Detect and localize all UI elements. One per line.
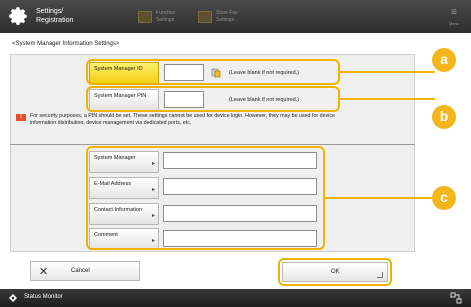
warning-message: For security purposes, a PIN should be s… (30, 113, 335, 126)
tab-store-fax-label: Store Fax Settings (216, 10, 238, 23)
ok-button[interactable]: OK (282, 262, 388, 282)
callout-marker-c: c (432, 186, 456, 210)
close-icon: ✕ (39, 266, 49, 278)
section-divider (10, 144, 415, 145)
cancel-button[interactable]: ✕ Cancel (30, 261, 140, 281)
callout-marker-b: b (432, 105, 456, 129)
callout-line-c (325, 197, 435, 199)
tab-function-settings[interactable]: Function Settings (138, 8, 184, 26)
screen: Settings/ Registration Function Settings… (0, 0, 471, 307)
callout-line-b (340, 98, 435, 100)
menu-button[interactable]: ≡ Menu (443, 4, 465, 30)
status-bar: Status Monitor (0, 289, 471, 307)
callout-box-c (86, 146, 325, 250)
function-icon (138, 11, 152, 23)
gear-icon (9, 7, 27, 25)
status-monitor-label[interactable]: Status Monitor (24, 294, 63, 300)
callout-box-a (86, 59, 340, 85)
resize-corner-icon (377, 272, 383, 278)
network-icon[interactable] (450, 292, 462, 304)
warning-icon: ! (16, 114, 26, 121)
callout-marker-a: a (432, 48, 456, 72)
breadcrumb: <System Manager Information Settings> (12, 41, 120, 47)
cancel-label: Cancel (71, 268, 90, 274)
app-title: Settings/ Registration (36, 8, 74, 24)
ok-label: OK (331, 269, 340, 275)
callout-line-a (340, 71, 435, 73)
fax-icon (198, 11, 212, 23)
hamburger-icon: ≡ (451, 7, 457, 18)
callout-box-b (86, 86, 340, 112)
tab-store-fax-settings[interactable]: Store Fax Settings (198, 8, 244, 26)
tab-function-label: Function Settings (156, 10, 176, 23)
menu-label: Menu (448, 21, 459, 26)
header-bar: Settings/ Registration Function Settings… (0, 0, 471, 33)
status-monitor-icon[interactable] (8, 293, 18, 303)
